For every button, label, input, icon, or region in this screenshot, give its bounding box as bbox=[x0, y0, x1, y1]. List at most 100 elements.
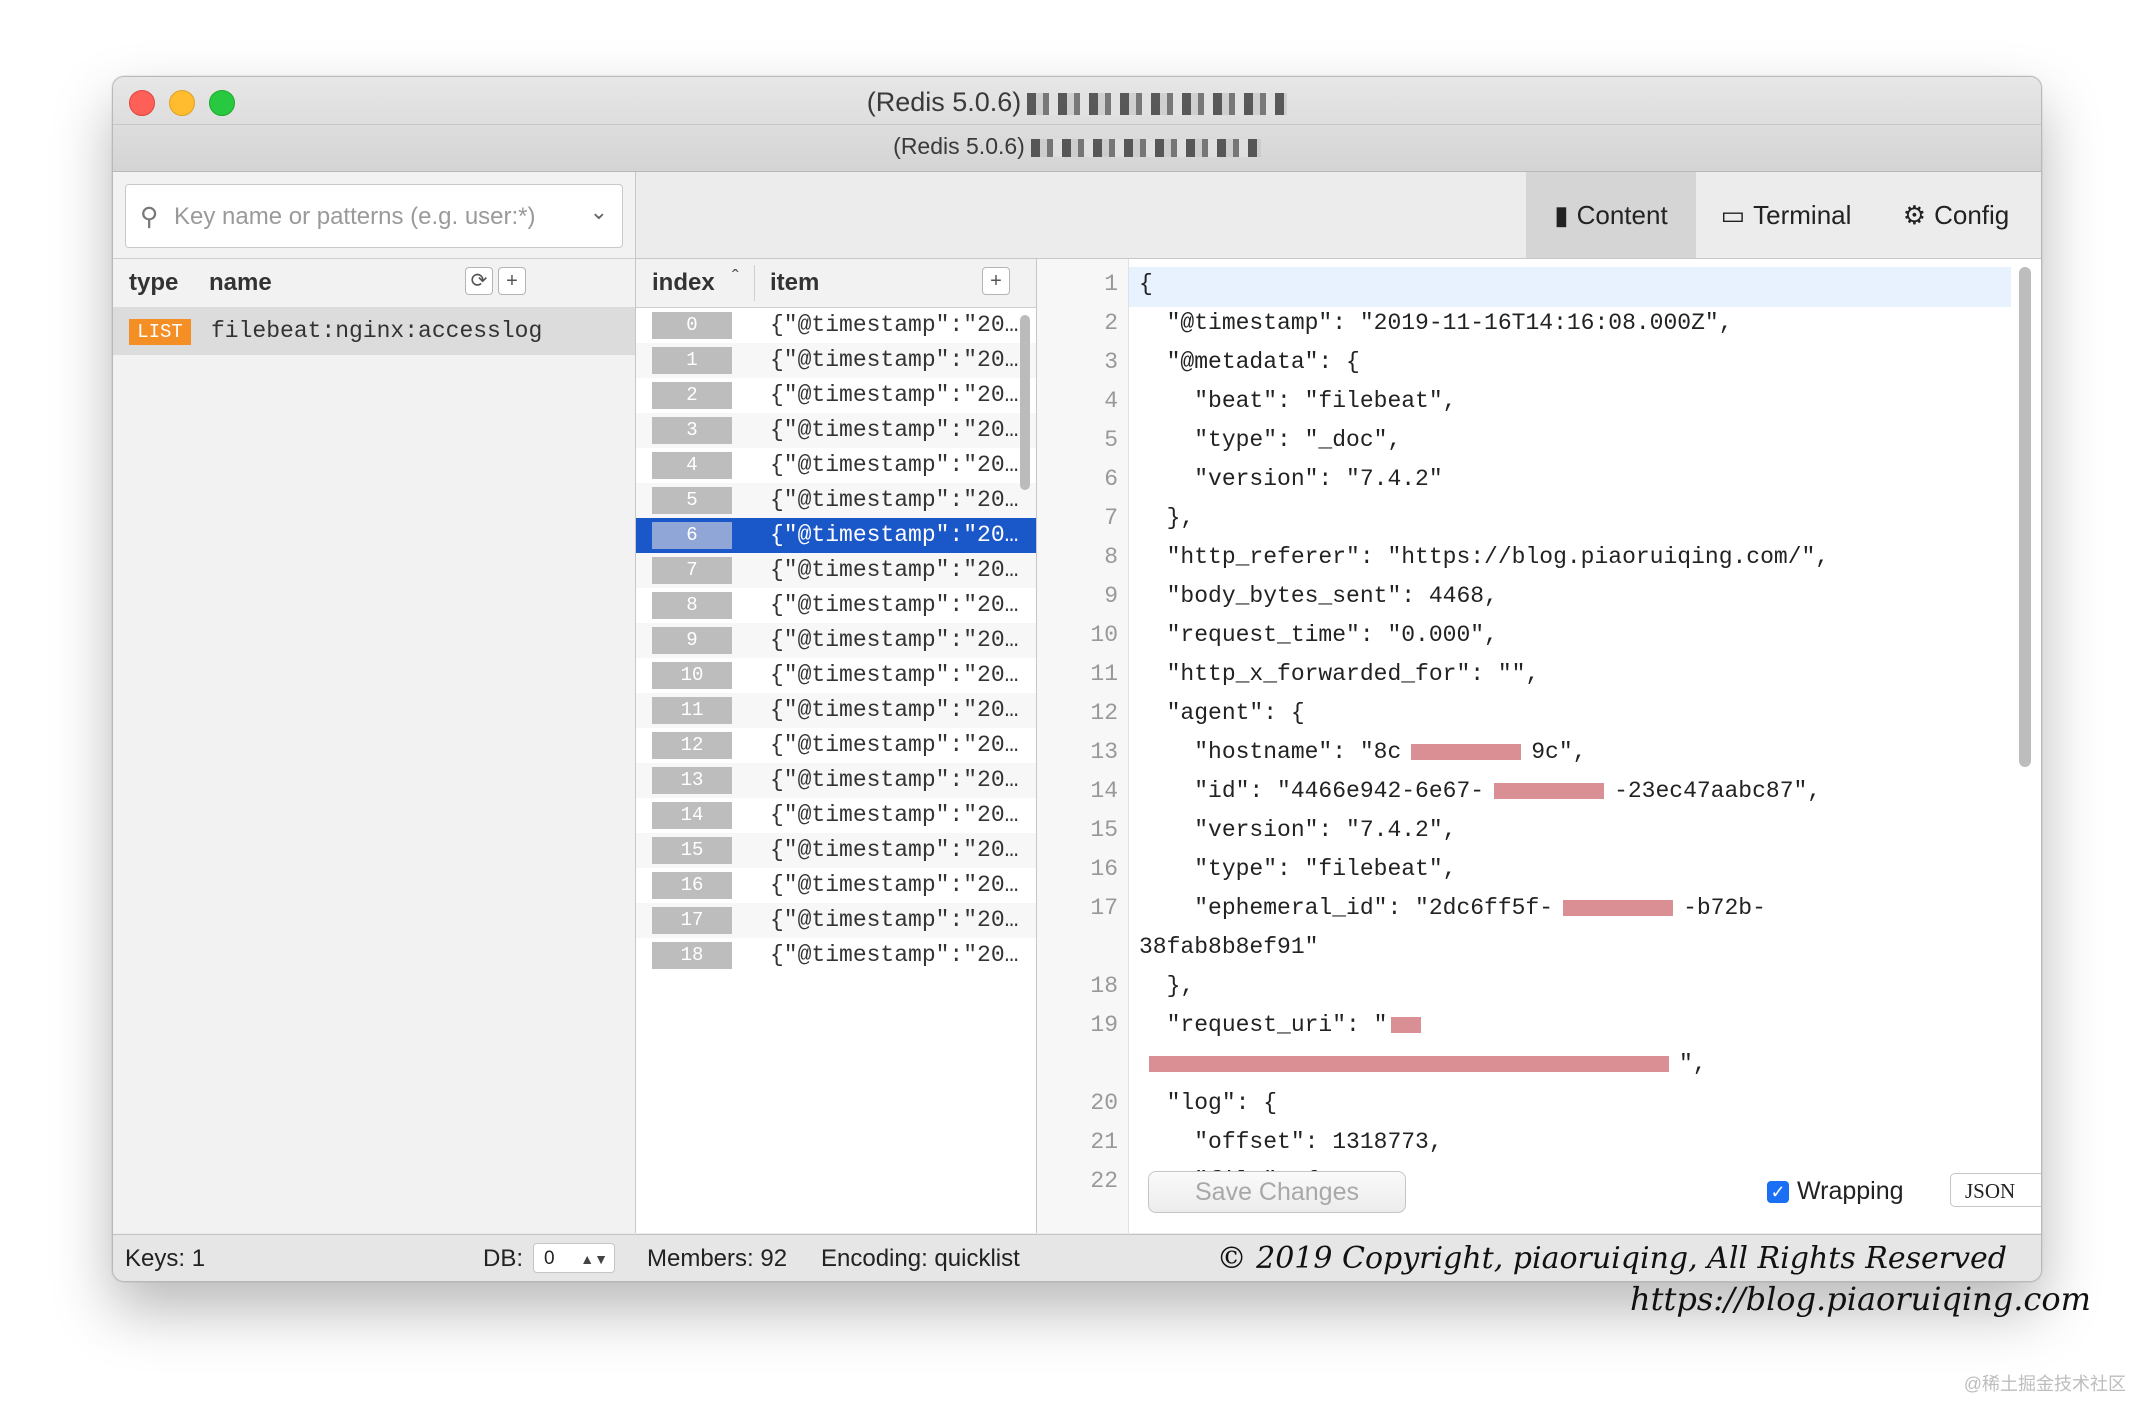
member-row[interactable]: 4 {"@timestamp":"2019-11-16T14:16:08.000Z… bbox=[636, 448, 1036, 483]
add-member-button[interactable]: + bbox=[982, 267, 1010, 295]
editor-scrollbar[interactable] bbox=[2019, 267, 2031, 767]
code-text: 38fab8b8ef91" bbox=[1139, 934, 1319, 960]
keys-table-header: type name ⟳ + bbox=[113, 258, 635, 308]
tab-terminal[interactable]: ▭ Terminal bbox=[1696, 172, 1876, 258]
line-number: 7 bbox=[1104, 505, 1118, 531]
member-row[interactable]: 11 {"@timestamp":"2019-11-16T14:16:08.000… bbox=[636, 693, 1036, 728]
redacted-value bbox=[1494, 782, 1605, 799]
member-item-preview: {"@timestamp":"2019-11-16T14:16:08.000Z" bbox=[770, 697, 1020, 723]
member-row[interactable]: 9 {"@timestamp":"2019-11-16T14:16:08.000Z… bbox=[636, 623, 1036, 658]
member-row[interactable]: 1 {"@timestamp":"2019-11-16T14:16:08.000Z… bbox=[636, 343, 1036, 378]
member-index: 2 bbox=[652, 382, 732, 409]
code-line: "request_uri": " bbox=[1139, 1012, 1422, 1038]
code-line: }, bbox=[1139, 505, 1195, 531]
add-key-button[interactable]: + bbox=[498, 267, 526, 295]
member-row[interactable]: 0 {"@timestamp":"2019-11-16T14:16:08.000Z… bbox=[636, 308, 1036, 343]
refresh-keys-button[interactable]: ⟳ bbox=[465, 267, 493, 295]
status-bar: Keys: 1 DB: 0 ▲▼ Members: 92 Encoding: q… bbox=[113, 1234, 2041, 1281]
code-text: "@metadata": { bbox=[1139, 349, 1360, 375]
member-row[interactable]: 12 {"@timestamp":"2019-11-16T14:16:08.000… bbox=[636, 728, 1036, 763]
member-row[interactable]: 5 {"@timestamp":"2019-11-16T14:16:08.000Z… bbox=[636, 483, 1036, 518]
code-text: "id": "4466e942-6e67- bbox=[1139, 778, 1485, 804]
line-number: 16 bbox=[1090, 856, 1118, 882]
member-index: 8 bbox=[652, 592, 732, 619]
keys-count: Keys: 1 bbox=[125, 1245, 206, 1272]
document-icon: ▮ bbox=[1554, 200, 1569, 230]
code-line: "http_referer": "https://blog.piaoruiqin… bbox=[1139, 544, 1830, 570]
terminal-icon: ▭ bbox=[1720, 200, 1746, 230]
code-text-tail: -23ec47aabc87", bbox=[1614, 778, 1822, 804]
redacted-host bbox=[1027, 92, 1288, 115]
checkbox-checked-icon[interactable]: ✓ bbox=[1767, 1181, 1789, 1204]
member-row[interactable]: 10 {"@timestamp":"2019-11-16T14:16:08.000… bbox=[636, 658, 1036, 693]
value-editor[interactable]: 1 2 3 4 5 6 7 8 9 10 11 12 13 14 15 16 17 18 19 20 21 22 { "@… bbox=[1037, 259, 2041, 1233]
gear-icon: ⚙ bbox=[1902, 200, 1927, 230]
member-row[interactable]: 7 {"@timestamp":"2019-11-16T14:16:08.000Z… bbox=[636, 553, 1036, 588]
column-header-item[interactable]: item bbox=[770, 269, 819, 297]
db-select[interactable]: 0 ▲▼ bbox=[533, 1243, 615, 1273]
redacted-host bbox=[1030, 138, 1261, 157]
code-text: "type": "filebeat", bbox=[1139, 856, 1457, 882]
platform-watermark: @稀土掘金技术社区 bbox=[1963, 1374, 2126, 1394]
wrapping-label: Wrapping bbox=[1797, 1177, 1904, 1205]
member-index: 10 bbox=[652, 662, 732, 689]
column-header-type[interactable]: type bbox=[129, 269, 178, 297]
member-index: 4 bbox=[652, 452, 732, 479]
save-changes-button[interactable]: Save Changes bbox=[1148, 1171, 1406, 1213]
keys-pane: ⚲ ⌄ type name ⟳ + LIST filebeat:nginx:ac… bbox=[113, 172, 636, 1233]
key-search-box[interactable]: ⚲ ⌄ bbox=[125, 184, 623, 249]
column-header-index[interactable]: index bbox=[652, 269, 715, 297]
member-row[interactable]: 17 {"@timestamp":"2019-11-16T14:16:08.000… bbox=[636, 903, 1036, 938]
line-number: 13 bbox=[1090, 739, 1118, 765]
member-item-preview: {"@timestamp":"2019-11-16T14:16:08.000Z" bbox=[770, 767, 1020, 793]
code-line: "hostname": "8c 9c", bbox=[1139, 739, 1586, 765]
member-row[interactable]: 2 {"@timestamp":"2019-11-16T14:16:08.000Z… bbox=[636, 378, 1036, 413]
sort-ascending-icon[interactable]: ˆ bbox=[732, 267, 739, 290]
member-row[interactable]: 14 {"@timestamp":"2019-11-16T14:16:08.000… bbox=[636, 798, 1036, 833]
member-row[interactable]: 8 {"@timestamp":"2019-11-16T14:16:08.000Z… bbox=[636, 588, 1036, 623]
redacted-value bbox=[1391, 1016, 1422, 1033]
view-tabs: ▮ Content ▭ Terminal ⚙ Config bbox=[636, 172, 2041, 259]
line-number: 18 bbox=[1090, 973, 1118, 999]
line-number: 14 bbox=[1090, 778, 1118, 804]
member-index: 3 bbox=[652, 417, 732, 444]
code-text: "http_x_forwarded_for": "", bbox=[1139, 661, 1540, 687]
tab-content-label: Content bbox=[1576, 200, 1668, 230]
code-line: "agent": { bbox=[1139, 700, 1305, 726]
key-type-badge: LIST bbox=[129, 319, 191, 345]
code-line: "id": "4466e942-6e67- -23ec47aabc87", bbox=[1139, 778, 1821, 804]
format-select[interactable]: JSON ▲▼ bbox=[1950, 1173, 2041, 1207]
members-scrollbar[interactable] bbox=[1020, 315, 1030, 490]
chevron-down-icon[interactable]: ⌄ bbox=[590, 199, 608, 225]
code-text: "hostname": "8c bbox=[1139, 739, 1402, 765]
members-count: Members: 92 bbox=[647, 1245, 788, 1272]
code-text: }, bbox=[1139, 505, 1195, 531]
code-text-tail: -b72b- bbox=[1683, 895, 1766, 921]
code-text: "offset": 1318773, bbox=[1139, 1129, 1443, 1155]
window-title: (Redis 5.0.6) bbox=[113, 87, 2041, 118]
wrapping-toggle[interactable]: ✓ Wrapping bbox=[1767, 1177, 1904, 1206]
format-select-value: JSON bbox=[1965, 1179, 2016, 1203]
member-row[interactable]: 18 {"@timestamp":"2019-11-16T14:16:08.000… bbox=[636, 938, 1036, 973]
member-row[interactable]: 13 {"@timestamp":"2019-11-16T14:16:08.000… bbox=[636, 763, 1036, 798]
code-text: "body_bytes_sent": 4468, bbox=[1139, 583, 1498, 609]
member-item-preview: {"@timestamp":"2019-11-16T14:16:08.000Z" bbox=[770, 522, 1020, 548]
member-row[interactable]: 15 {"@timestamp":"2019-11-16T14:16:08.000… bbox=[636, 833, 1036, 868]
tab-content[interactable]: ▮ Content bbox=[1526, 172, 1696, 258]
member-item-preview: {"@timestamp":"2019-11-16T14:16:08.000Z" bbox=[770, 347, 1020, 373]
code-text: }, bbox=[1139, 973, 1195, 999]
code-line: "ephemeral_id": "2dc6ff5f- -b72b- bbox=[1139, 895, 1766, 921]
member-row[interactable]: 3 {"@timestamp":"2019-11-16T14:16:08.000Z… bbox=[636, 413, 1036, 448]
member-row[interactable]: 16 {"@timestamp":"2019-11-16T14:16:08.000… bbox=[636, 868, 1036, 903]
member-row[interactable]: 6 {"@timestamp":"2019-11-16T14:16:08.000Z… bbox=[636, 518, 1036, 553]
column-header-name[interactable]: name bbox=[209, 269, 272, 297]
current-line-highlight bbox=[1129, 267, 2011, 307]
code-text: "request_time": "0.000", bbox=[1139, 622, 1498, 648]
tab-config[interactable]: ⚙ Config bbox=[1876, 172, 2036, 258]
key-search-input[interactable] bbox=[172, 185, 576, 249]
code-text: "ephemeral_id": "2dc6ff5f- bbox=[1139, 895, 1554, 921]
code-text: "agent": { bbox=[1139, 700, 1305, 726]
member-item-preview: {"@timestamp":"2019-11-16T14:16:08.000Z" bbox=[770, 452, 1020, 478]
line-number: 19 bbox=[1090, 1012, 1118, 1038]
key-row[interactable]: LIST filebeat:nginx:accesslog bbox=[113, 307, 635, 355]
